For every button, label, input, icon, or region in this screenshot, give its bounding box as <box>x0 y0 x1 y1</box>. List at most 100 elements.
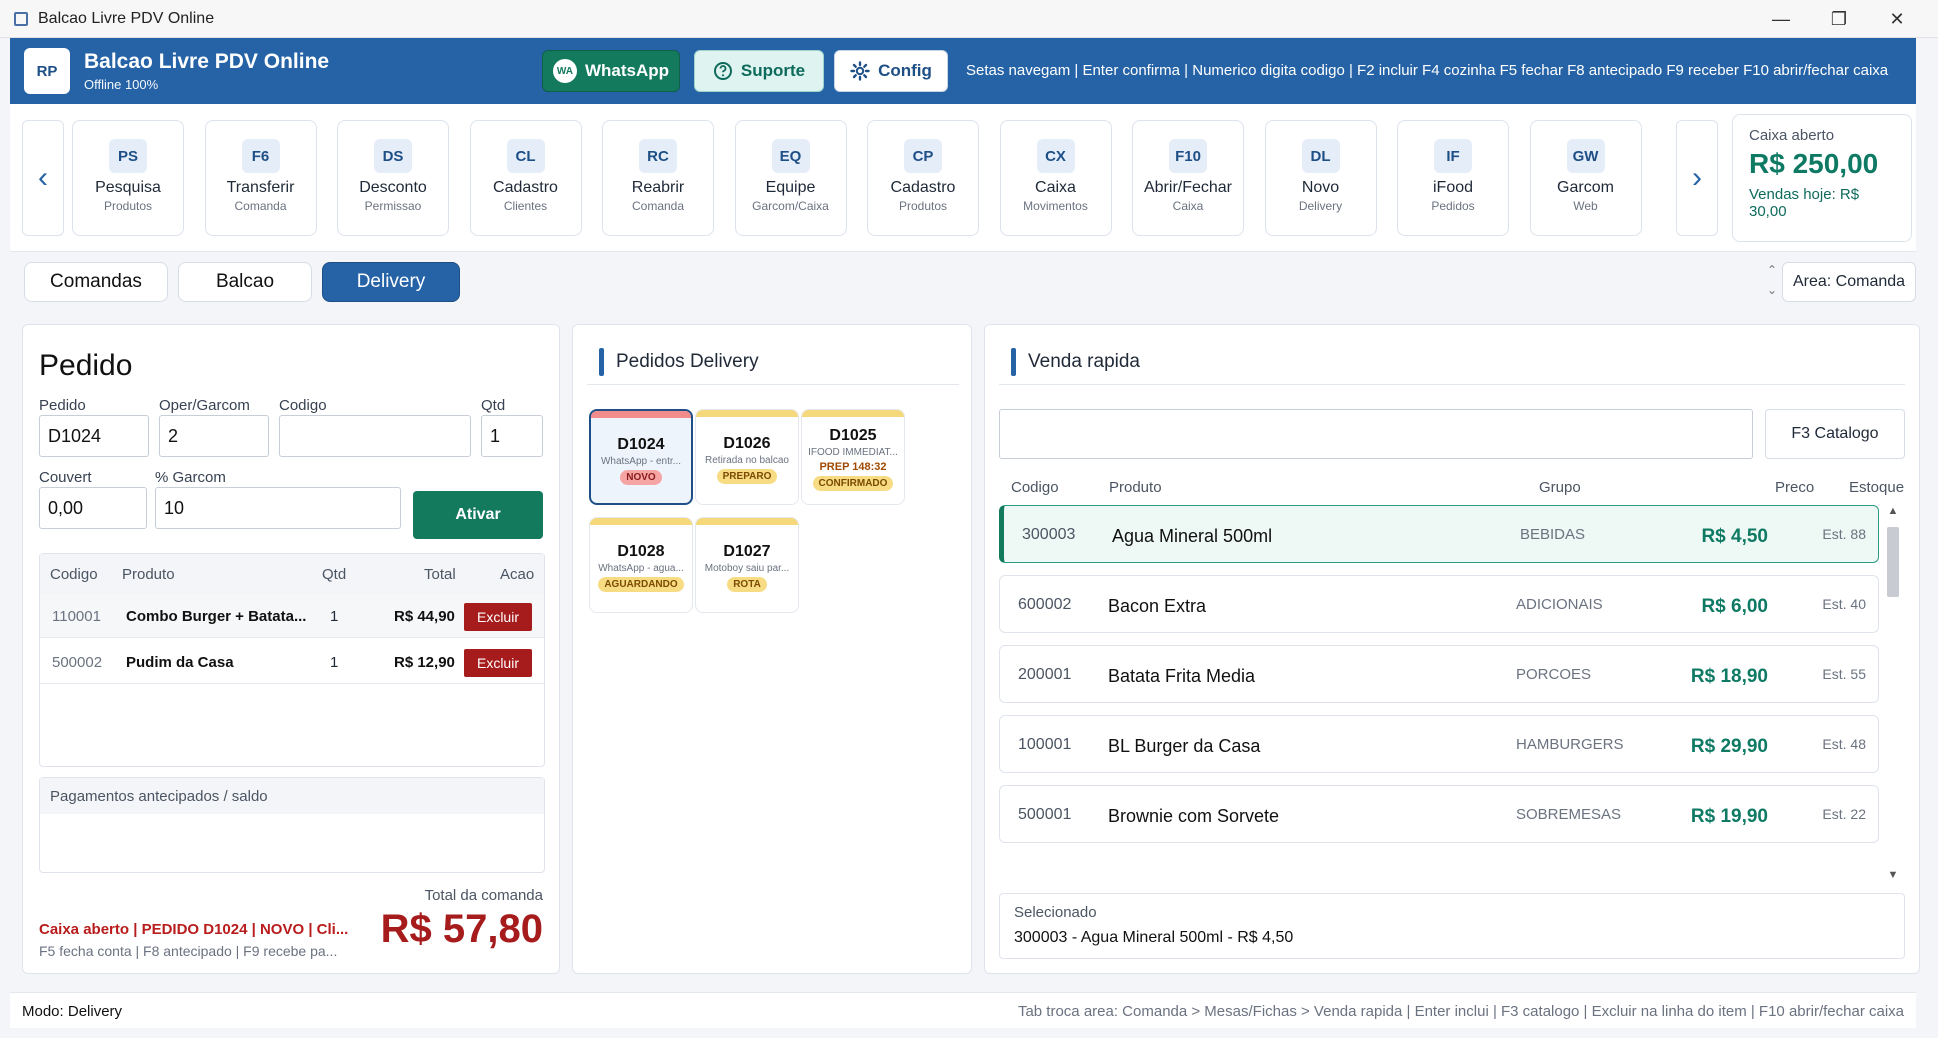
delivery-order-card[interactable]: D1026 Retirada no balcao PREPARO <box>695 409 799 505</box>
product-row[interactable]: 200001 Batata Frita Media PORCOES R$ 18,90 E… <box>999 645 1879 703</box>
toolbar-tile[interactable]: F10 Abrir/Fechar Caixa <box>1132 120 1244 236</box>
scroll-up-icon[interactable]: ▲ <box>1885 505 1901 517</box>
col-produto: Produto <box>122 566 175 583</box>
toolbar-tile[interactable]: F6 Transferir Comanda <box>204 120 317 236</box>
toolbar-tile[interactable]: DS Desconto Permissao <box>337 120 449 236</box>
status-badge: CONFIRMADO <box>812 476 894 491</box>
garcom-pct-input[interactable]: 10 <box>155 487 401 529</box>
product-name: Agua Mineral 500ml <box>1112 526 1273 546</box>
pedido-input[interactable]: D1024 <box>39 415 149 457</box>
section-accent <box>599 347 604 376</box>
tile-code-icon: DL <box>1301 139 1340 173</box>
total-value: R$ 57,80 <box>380 907 543 951</box>
row-produto: Pudim da Casa <box>126 654 234 671</box>
suporte-button[interactable]: Suporte <box>694 50 824 92</box>
mode-indicator: Modo: Delivery <box>22 1003 123 1020</box>
qtd-input[interactable]: 1 <box>481 415 543 457</box>
product-search-input[interactable] <box>999 409 1753 459</box>
tile-label: Caixa <box>1035 179 1076 196</box>
delivery-panel: Pedidos Delivery D1024 WhatsApp - entr...… <box>572 324 972 974</box>
toolbar-next-button[interactable]: › <box>1676 120 1718 236</box>
cash-value: R$ 250,00 <box>1749 148 1879 179</box>
close-button[interactable]: ✕ <box>1868 0 1926 38</box>
card-status-strip <box>591 411 691 418</box>
product-row[interactable]: 300003 Agua Mineral 500ml BEBIDAS R$ 4,50 Es… <box>999 505 1879 563</box>
row-qtd: 1 <box>330 608 339 625</box>
tab-delivery[interactable]: Delivery <box>322 262 460 302</box>
product-stock: Est. 22 <box>1822 806 1866 822</box>
table-row[interactable]: 500002 Pudim da Casa 1 R$ 12,90 Excluir <box>40 640 544 684</box>
tile-code-icon: PS <box>109 139 147 173</box>
tile-sublabel: Caixa <box>1172 199 1204 213</box>
tab-comandas[interactable]: Comandas <box>24 262 168 302</box>
delivery-order-card[interactable]: D1028 WhatsApp - agua... AGUARDANDO <box>589 517 693 613</box>
card-order-id: D1025 <box>829 427 877 444</box>
card-order-id: D1026 <box>723 435 771 452</box>
codigo-input[interactable] <box>279 415 471 457</box>
card-status-strip <box>696 518 798 525</box>
toolbar-tile[interactable]: DL Novo Delivery <box>1264 120 1377 236</box>
whatsapp-button[interactable]: WA WhatsApp <box>542 50 680 92</box>
toolbar-prev-button[interactable]: ‹ <box>22 120 64 236</box>
product-table-header: Codigo Produto Grupo Preco Estoque <box>999 469 1904 505</box>
tile-sublabel: Movimentos <box>1023 199 1088 213</box>
product-row[interactable]: 500001 Brownie com Sorvete SOBREMESAS R$ 19… <box>999 785 1879 843</box>
product-codigo: 600002 <box>1018 596 1072 613</box>
col-estoque: Estoque <box>1849 479 1905 496</box>
chevron-down-icon[interactable]: ⌄ <box>1762 280 1782 300</box>
product-row[interactable]: 600002 Bacon Extra ADICIONAIS R$ 6,00 Est. 4… <box>999 575 1879 633</box>
toolbar-tile[interactable]: PS Pesquisa Produtos <box>72 120 184 236</box>
catalog-button[interactable]: F3 Catalogo <box>1765 409 1905 459</box>
tile-label: Abrir/Fechar <box>1143 179 1233 196</box>
col-preco: Preco <box>1775 479 1815 496</box>
area-spinner[interactable]: ⌃ ⌄ <box>1762 260 1782 300</box>
product-row[interactable]: 100001 BL Burger da Casa HAMBURGERS R$ 29,9… <box>999 715 1879 773</box>
delivery-order-card[interactable]: D1027 Motoboy saiu par... ROTA <box>695 517 799 613</box>
card-description: IFOOD IMMEDIAT... <box>808 447 898 458</box>
toolbar-tile[interactable]: GW Garcom Web <box>1529 120 1642 236</box>
tile-sublabel: Clientes <box>503 199 548 213</box>
product-list-scrollbar[interactable]: ▲ ▼ <box>1885 505 1901 881</box>
couvert-input[interactable]: 0,00 <box>39 487 147 529</box>
minimize-button[interactable]: — <box>1752 0 1810 38</box>
product-stock: Est. 40 <box>1822 596 1866 612</box>
excluir-button[interactable]: Excluir <box>464 603 532 631</box>
toolbar-tile[interactable]: EQ Equipe Garcom/Caixa <box>734 120 847 236</box>
excluir-button[interactable]: Excluir <box>464 649 532 677</box>
area-indicator[interactable]: Area: Comanda <box>1782 262 1916 302</box>
col-qtd: Qtd <box>322 566 347 583</box>
section-accent <box>1011 347 1016 376</box>
delivery-order-card[interactable]: D1024 WhatsApp - entr... NOVO <box>589 409 693 505</box>
venda-header: Venda rapida <box>999 339 1905 385</box>
tile-label: Equipe <box>765 179 816 196</box>
footer-hints: Tab troca area: Comanda > Mesas/Fichas >… <box>1017 1003 1904 1020</box>
toolbar-tile[interactable]: RC Reabrir Comanda <box>602 120 714 236</box>
tab-balcao[interactable]: Balcao <box>178 262 312 302</box>
product-codigo: 100001 <box>1018 736 1072 753</box>
toolbar-tile[interactable]: CX Caixa Movimentos <box>999 120 1112 236</box>
table-row[interactable]: 110001 Combo Burger + Batata... 1 R$ 44,90 E… <box>40 594 544 638</box>
scroll-down-icon[interactable]: ▼ <box>1885 869 1901 881</box>
total-label: Total da comanda <box>424 887 543 904</box>
app-icon <box>14 11 28 26</box>
chevron-up-icon[interactable]: ⌃ <box>1762 260 1782 280</box>
tile-sublabel: Pedidos <box>1431 199 1475 213</box>
maximize-button[interactable]: ❐ <box>1810 0 1868 38</box>
scroll-thumb[interactable] <box>1887 527 1899 597</box>
config-button[interactable]: Config <box>834 50 948 92</box>
delivery-order-card[interactable]: D1025 IFOOD IMMEDIAT... PREP 148:32 CONFIRM… <box>801 409 905 505</box>
toolbar-tile[interactable]: CP Cadastro Produtos <box>867 120 979 236</box>
help-icon <box>713 61 733 81</box>
product-codigo: 300003 <box>1022 526 1076 543</box>
product-group: PORCOES <box>1516 666 1592 683</box>
ativar-button[interactable]: Ativar <box>413 491 543 539</box>
tile-sublabel: Comanda <box>631 199 685 213</box>
delivery-header: Pedidos Delivery <box>587 339 959 385</box>
couvert-label: Couvert <box>39 469 92 486</box>
product-codigo: 200001 <box>1018 666 1072 683</box>
card-description: WhatsApp - agua... <box>598 563 684 574</box>
oper-input[interactable]: 2 <box>159 415 269 457</box>
toolbar-tile[interactable]: IF iFood Pedidos <box>1397 120 1509 236</box>
toolbar-tile[interactable]: CL Cadastro Clientes <box>469 120 582 236</box>
app-title: Balcao Livre PDV Online <box>84 50 330 73</box>
